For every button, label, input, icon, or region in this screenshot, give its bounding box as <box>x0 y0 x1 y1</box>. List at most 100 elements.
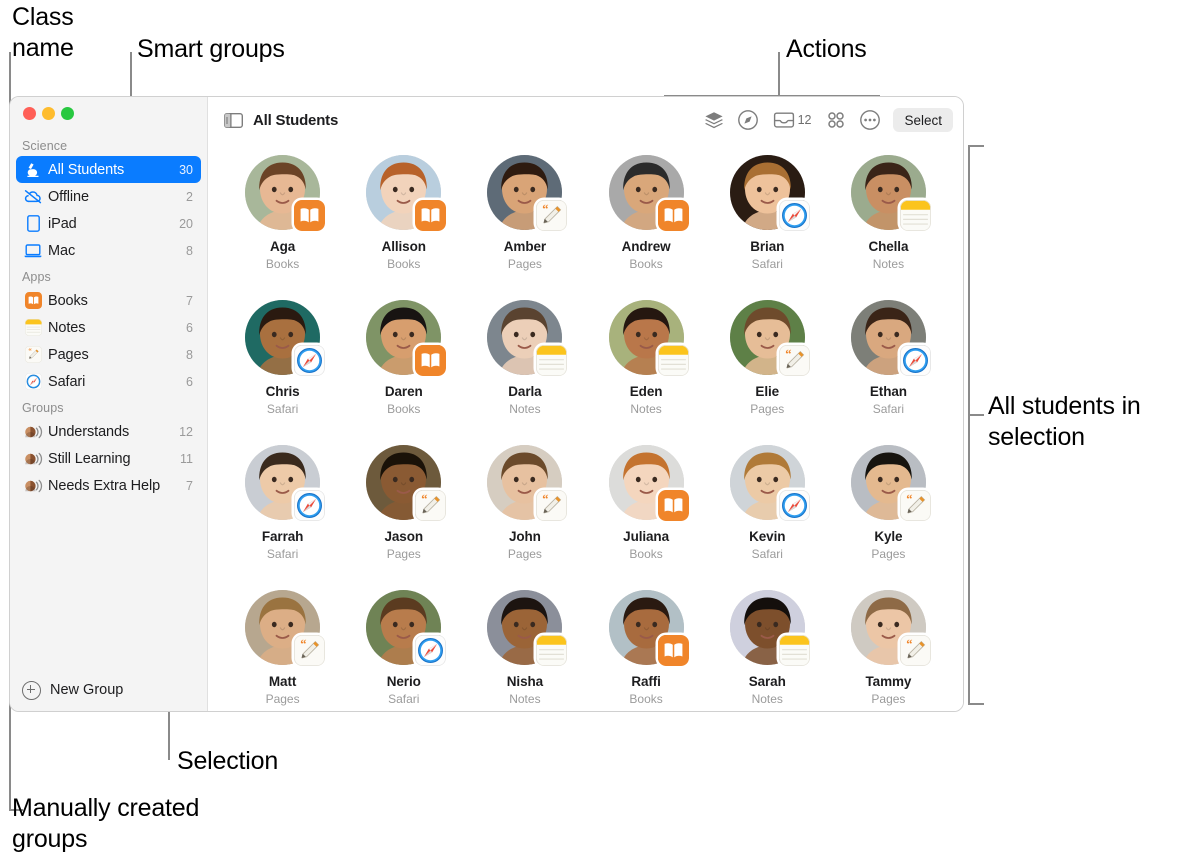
student-tile[interactable]: Chella Notes <box>828 149 949 294</box>
sidebar-item-safari[interactable]: Safari 6 <box>16 368 201 395</box>
annotated-screenshot: Class name Smart groups Actions All stud… <box>0 0 1190 862</box>
student-current-app: Pages <box>871 547 906 561</box>
sidebar-item-ipad[interactable]: iPad 20 <box>16 210 201 237</box>
student-tile[interactable]: Sarah Notes <box>707 584 828 711</box>
student-tile[interactable]: “ Amber Pages <box>464 149 585 294</box>
avatar-wrapper <box>366 590 447 666</box>
sidebar-list-groups: Understands 12 Still Learning 11 Needs Extra… <box>10 418 207 499</box>
student-tile[interactable]: Ethan Safari <box>828 294 949 439</box>
sidebar-section-header-science: Science <box>22 139 68 153</box>
sidebar-item-label: Pages <box>48 346 89 363</box>
student-name: Andrew <box>621 239 671 254</box>
apps-grid-icon[interactable] <box>819 105 853 135</box>
student-current-app: Notes <box>630 402 662 416</box>
student-name: Eden <box>629 384 663 399</box>
student-tile[interactable]: Nisha Notes <box>464 584 585 711</box>
pages-app-badge-icon: “ <box>778 345 810 376</box>
close-button[interactable] <box>23 107 36 120</box>
minimize-button[interactable] <box>42 107 55 120</box>
sidebar-item-all-students[interactable]: All Students 30 <box>16 156 201 183</box>
sidebar-toggle-icon[interactable] <box>224 112 243 128</box>
avatar-wrapper <box>487 590 568 666</box>
student-name: Ethan <box>869 384 907 399</box>
zoom-button[interactable] <box>61 107 74 120</box>
student-tile[interactable]: Chris Safari <box>222 294 343 439</box>
student-tile[interactable]: Nerio Safari <box>343 584 464 711</box>
sidebar-item-books[interactable]: Books 7 <box>16 287 201 314</box>
safari-app-badge-icon <box>778 490 810 521</box>
student-tile[interactable]: Brian Safari <box>707 149 828 294</box>
avatar-wrapper <box>729 590 810 666</box>
inbox-tray-icon[interactable]: 12 <box>765 105 820 135</box>
student-tile[interactable]: “ Matt Pages <box>222 584 343 711</box>
student-tile[interactable]: Aga Books <box>222 149 343 294</box>
avatar-wrapper <box>850 155 931 231</box>
sidebar-item-needs-extra-help[interactable]: Needs Extra Help 7 <box>16 472 201 499</box>
student-name: Brian <box>750 239 785 254</box>
layers-icon[interactable] <box>697 105 731 135</box>
student-name: John <box>508 529 541 544</box>
sidebar-item-count: 7 <box>186 478 193 493</box>
student-tile[interactable]: “ Kyle Pages <box>828 439 949 584</box>
more-ellipsis-icon[interactable] <box>853 105 887 135</box>
student-tile[interactable]: Andrew Books <box>585 149 706 294</box>
pages-app-badge-icon: “ <box>899 490 931 521</box>
student-current-app: Books <box>629 257 663 271</box>
group-icon <box>22 450 44 468</box>
student-current-app: Books <box>387 402 421 416</box>
sidebar-item-notes[interactable]: Notes 6 <box>16 314 201 341</box>
new-group-button[interactable]: New Group <box>10 677 207 703</box>
student-tile[interactable]: “ Jason Pages <box>343 439 464 584</box>
student-tile[interactable]: Raffi Books <box>585 584 706 711</box>
compass-icon[interactable] <box>731 105 765 135</box>
sidebar-item-mac[interactable]: Mac 8 <box>16 237 201 264</box>
student-name: Nerio <box>386 674 421 689</box>
student-tile[interactable]: Eden Notes <box>585 294 706 439</box>
microscope-icon <box>22 161 44 179</box>
sidebar-item-offline[interactable]: Offline 2 <box>16 183 201 210</box>
books-app-badge-icon <box>657 200 689 231</box>
annotation-manually-created-groups: Manually created groups <box>12 794 200 853</box>
sidebar-item-count: 2 <box>186 189 193 204</box>
sidebar-sections: Science All Students 30 Offline 2 iPad 20 Mac 8 A… <box>10 139 207 499</box>
student-current-app: Pages <box>507 547 542 561</box>
student-tile[interactable]: Juliana Books <box>585 439 706 584</box>
student-current-app: Notes <box>509 692 541 706</box>
avatar-wrapper: “ <box>487 445 568 521</box>
sidebar: Science All Students 30 Offline 2 iPad 20 Mac 8 A… <box>10 97 208 711</box>
student-tile[interactable]: “ Elie Pages <box>707 294 828 439</box>
student-grid: Aga Books Allison Books “ Amber Pages An… <box>208 143 963 711</box>
student-current-app: Pages <box>265 692 300 706</box>
student-name: Kyle <box>874 529 903 544</box>
sidebar-item-understands[interactable]: Understands 12 <box>16 418 201 445</box>
student-current-app: Safari <box>266 547 299 561</box>
sidebar-item-count: 20 <box>179 216 193 231</box>
student-tile[interactable]: Farrah Safari <box>222 439 343 584</box>
student-tile[interactable]: Daren Books <box>343 294 464 439</box>
avatar-wrapper <box>608 155 689 231</box>
student-tile[interactable]: “ John Pages <box>464 439 585 584</box>
student-name: Matt <box>268 674 297 689</box>
safari-app-icon <box>22 373 44 391</box>
sidebar-item-label: Safari <box>48 373 86 390</box>
student-name: Sarah <box>748 674 786 689</box>
leader-selection-bracket-bottom <box>968 703 984 705</box>
notes-app-icon <box>22 319 44 337</box>
select-button[interactable]: Select <box>893 108 953 132</box>
student-tile[interactable]: Allison Books <box>343 149 464 294</box>
student-name: Nisha <box>506 674 544 689</box>
avatar-wrapper <box>366 155 447 231</box>
sidebar-list-apps: Books 7 Notes 6 “ Pages 8 Safari 6 <box>10 287 207 395</box>
sidebar-item-pages[interactable]: “ Pages 8 <box>16 341 201 368</box>
annotation-smart-groups: Smart groups <box>137 35 285 63</box>
avatar-wrapper <box>608 445 689 521</box>
sidebar-item-still-learning[interactable]: Still Learning 11 <box>16 445 201 472</box>
sidebar-item-count: 30 <box>179 162 193 177</box>
mac-icon <box>22 242 44 260</box>
student-tile[interactable]: Darla Notes <box>464 294 585 439</box>
inbox-count: 12 <box>797 113 812 127</box>
student-tile[interactable]: Kevin Safari <box>707 439 828 584</box>
toolbar: All Students 12 Select <box>208 97 963 143</box>
student-tile[interactable]: “ Tammy Pages <box>828 584 949 711</box>
classroom-app-window: Science All Students 30 Offline 2 iPad 20 Mac 8 A… <box>9 96 964 712</box>
